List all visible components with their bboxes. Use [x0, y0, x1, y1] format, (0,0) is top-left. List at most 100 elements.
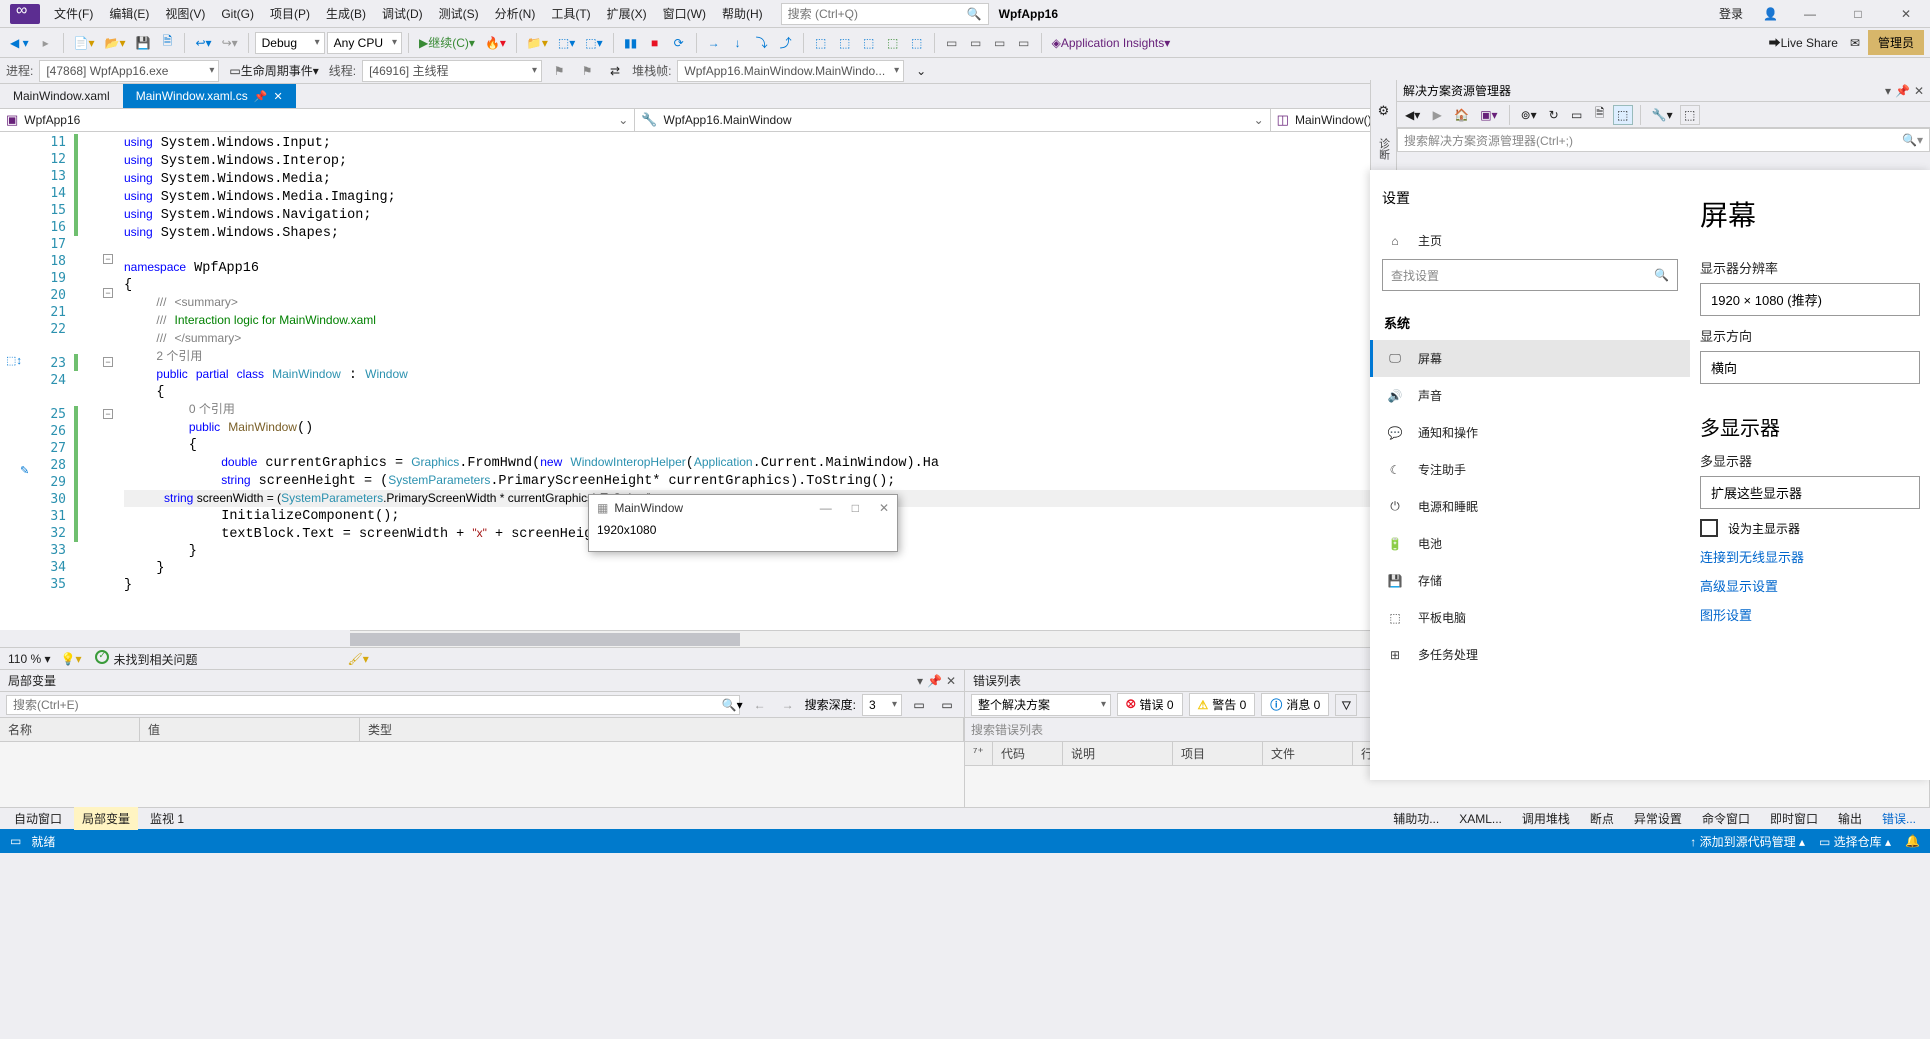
- app-close-button[interactable]: ✕: [879, 501, 889, 515]
- tab-command[interactable]: 命令窗口: [1694, 807, 1758, 830]
- close-button[interactable]: ✕: [1886, 1, 1926, 27]
- tab-watch1[interactable]: 监视 1: [142, 807, 192, 830]
- flag-icon[interactable]: ⚑: [548, 60, 570, 82]
- tb-ico-2[interactable]: ⬚: [834, 32, 856, 54]
- sol-wrench-icon[interactable]: 🔧▾: [1648, 105, 1677, 125]
- sol-close-icon[interactable]: ✕: [1914, 84, 1924, 98]
- brush-icon[interactable]: 🖌▾: [347, 652, 368, 666]
- filter-button[interactable]: 🜄: [1335, 694, 1357, 716]
- multi-combo[interactable]: 扩展这些显示器: [1700, 476, 1920, 509]
- app-min-button[interactable]: —: [820, 501, 832, 515]
- col-name[interactable]: 名称: [0, 718, 140, 741]
- menu-git[interactable]: Git(G): [213, 3, 262, 25]
- menu-tools[interactable]: 工具(T): [543, 1, 598, 26]
- menu-build[interactable]: 生成(B): [318, 1, 374, 26]
- threads-icon[interactable]: ⇄: [604, 60, 626, 82]
- thread-combo[interactable]: [46916] 主线程: [362, 60, 542, 82]
- project-combo[interactable]: ▣WpfApp16: [0, 109, 635, 131]
- sol-pin-icon[interactable]: 📌: [1895, 84, 1910, 98]
- panel-dd-icon[interactable]: ▾: [917, 674, 923, 688]
- sol-fwd[interactable]: ▶: [1427, 105, 1447, 125]
- menu-test[interactable]: 测试(S): [431, 1, 487, 26]
- col-proj[interactable]: 项目: [1173, 742, 1263, 765]
- col-value[interactable]: 值: [140, 718, 360, 741]
- menu-help[interactable]: 帮助(H): [714, 1, 771, 26]
- resolution-combo[interactable]: 1920 × 1080 (推荐): [1700, 283, 1920, 316]
- menu-file[interactable]: 文件(F): [46, 1, 101, 26]
- config-combo[interactable]: Debug: [255, 32, 325, 54]
- panel-close-icon[interactable]: ✕: [946, 674, 956, 688]
- errors-filter[interactable]: ⮾错误 0: [1117, 693, 1183, 716]
- col-code[interactable]: 代码: [993, 742, 1063, 765]
- class-combo[interactable]: 🔧WpfApp16.MainWindow: [635, 109, 1270, 131]
- sol-btn-b[interactable]: ⬚: [1680, 105, 1700, 125]
- continue-button[interactable]: ▶ 继续(C) ▾: [415, 32, 479, 54]
- locals-tool-a[interactable]: ▭: [908, 694, 930, 716]
- sol-search[interactable]: 搜索解决方案资源管理器(Ctrl+;)🔍▾: [1397, 128, 1930, 152]
- windows-settings-window[interactable]: 设置 ⌂主页 查找设置🔍 系统 🖵屏幕🔊声音💬通知和操作☾专注助手⏻电源和睡眠🔋…: [1370, 170, 1930, 780]
- lifecycle-button[interactable]: ▭ 生命周期事件 ▾: [225, 60, 322, 82]
- wireless-link[interactable]: 连接到无线显示器: [1700, 547, 1920, 566]
- notify-icon[interactable]: 🔔: [1905, 834, 1920, 848]
- tab-breakpoints[interactable]: 断点: [1582, 807, 1622, 830]
- tb-ico-3[interactable]: ⬚: [858, 32, 880, 54]
- running-app-window[interactable]: ▦ MainWindow — □ ✕ 1920x1080: [588, 494, 898, 552]
- source-control-button[interactable]: ↑ 添加到源代码管理 ▴: [1690, 833, 1805, 850]
- sol-back[interactable]: ◀▾: [1401, 105, 1424, 125]
- sol-btn-a[interactable]: ⬚: [1613, 105, 1633, 125]
- hot-reload-button[interactable]: 🔥▾: [481, 32, 510, 54]
- nav-fwd-button[interactable]: ▸: [35, 32, 57, 54]
- tb-btn-b[interactable]: ⬚▾: [554, 32, 579, 54]
- settings-nav-通知和操作[interactable]: 💬通知和操作: [1370, 414, 1690, 451]
- stackframe-combo[interactable]: WpfApp16.MainWindow.MainWindo...: [677, 60, 904, 82]
- pin-icon[interactable]: 📌: [254, 90, 268, 103]
- fold-summary[interactable]: −: [103, 288, 113, 298]
- stop-button[interactable]: ■: [644, 32, 666, 54]
- settings-search[interactable]: 查找设置🔍: [1382, 259, 1678, 291]
- menu-window[interactable]: 窗口(W): [655, 1, 714, 26]
- depth-combo[interactable]: 3: [862, 694, 902, 716]
- tb-ico-4[interactable]: ⬚: [882, 32, 904, 54]
- tb-ico-1[interactable]: ⬚: [810, 32, 832, 54]
- sol-refresh-icon[interactable]: ↻: [1544, 105, 1564, 125]
- undo-button[interactable]: ↩▾: [191, 32, 215, 54]
- panel-pin-icon[interactable]: 📌: [927, 674, 942, 688]
- tab-output[interactable]: 输出: [1830, 807, 1870, 830]
- tb-btn-c[interactable]: ⬚▾: [581, 32, 606, 54]
- menu-debug[interactable]: 调试(D): [374, 1, 431, 26]
- locals-nav-next[interactable]: →: [777, 694, 799, 716]
- global-search-input[interactable]: [788, 7, 967, 21]
- settings-nav-存储[interactable]: 💾存储: [1370, 562, 1690, 599]
- settings-home[interactable]: ⌂主页: [1370, 222, 1690, 259]
- advanced-link[interactable]: 高级显示设置: [1700, 576, 1920, 595]
- liveshare-button[interactable]: ⮕ Live Share: [1765, 32, 1842, 54]
- redo-button[interactable]: ↪▾: [218, 32, 242, 54]
- warnings-filter[interactable]: ⚠警告 0: [1189, 693, 1256, 716]
- login-button[interactable]: 登录: [1711, 1, 1751, 26]
- maximize-button[interactable]: □: [1838, 1, 1878, 27]
- tab-accessibility[interactable]: 辅助功...: [1385, 807, 1447, 830]
- pause-button[interactable]: ▮▮: [620, 32, 642, 54]
- search-icon[interactable]: 🔍▾: [722, 698, 743, 712]
- save-all-button[interactable]: 🗎: [156, 32, 178, 54]
- menu-project[interactable]: 项目(P): [262, 1, 318, 26]
- locals-search[interactable]: [6, 695, 740, 715]
- col-desc[interactable]: 说明: [1063, 742, 1173, 765]
- global-search[interactable]: 🔍: [781, 3, 989, 25]
- scope-combo[interactable]: 整个解决方案: [971, 694, 1111, 716]
- tb2-dd[interactable]: ⌄: [910, 60, 932, 82]
- tab-exceptions[interactable]: 异常设置: [1626, 807, 1690, 830]
- fold-ctor[interactable]: −: [103, 409, 113, 419]
- step-next-button[interactable]: →: [703, 32, 725, 54]
- locals-tool-b[interactable]: ▭: [936, 694, 958, 716]
- col-icon[interactable]: ⁷⁺: [965, 742, 993, 765]
- open-button[interactable]: 📂▾: [101, 32, 130, 54]
- sol-sln-icon[interactable]: ▣▾: [1476, 105, 1501, 125]
- fold-class[interactable]: −: [103, 357, 113, 367]
- platform-combo[interactable]: Any CPU: [327, 32, 402, 54]
- sol-dd-icon[interactable]: ▾: [1885, 84, 1891, 98]
- tab-immediate[interactable]: 即时窗口: [1762, 807, 1826, 830]
- settings-nav-电源和睡眠[interactable]: ⏻电源和睡眠: [1370, 488, 1690, 525]
- restart-button[interactable]: ⟳: [668, 32, 690, 54]
- tab-mainwindow-xaml[interactable]: MainWindow.xaml: [0, 84, 123, 108]
